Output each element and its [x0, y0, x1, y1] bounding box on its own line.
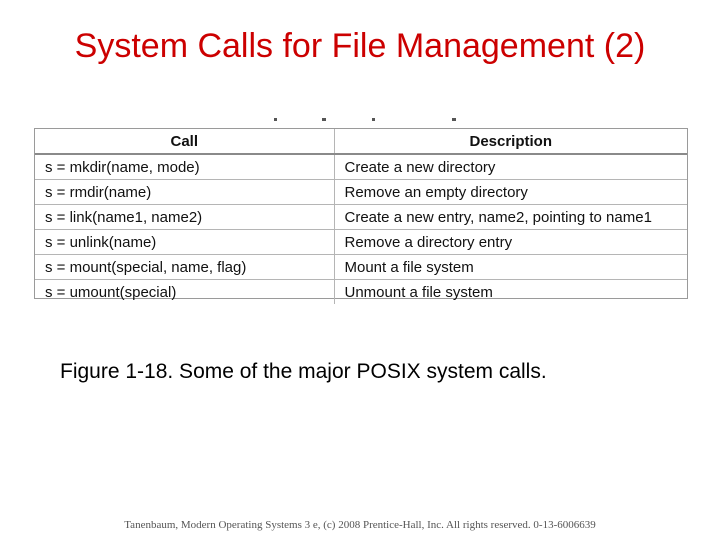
call-cell: s = umount(special) — [35, 279, 335, 304]
system-calls-table: Call Description s = mkdir(name, mode) C… — [34, 128, 688, 304]
slide-title: System Calls for File Management (2) — [74, 27, 646, 65]
call-cell: s = mkdir(name, mode) — [35, 154, 335, 180]
table-row: s = mkdir(name, mode) Create a new direc… — [35, 154, 687, 180]
figure-caption: Figure 1-18. Some of the major POSIX sys… — [60, 360, 547, 383]
column-header-call: Call — [35, 129, 335, 155]
table-row: s = link(name1, name2) Create a new entr… — [35, 204, 687, 230]
call-cell: s = unlink(name) — [35, 229, 335, 255]
description-cell: Remove a directory entry — [334, 229, 687, 255]
table-row: s = unlink(name) Remove a directory entr… — [35, 229, 687, 255]
table-row: s = mount(special, name, flag) Mount a f… — [35, 254, 687, 280]
description-cell: Remove an empty directory — [334, 179, 687, 205]
copyright-footer: Tanenbaum, Modern Operating Systems 3 e,… — [124, 519, 596, 531]
table-row: s = umount(special) Unmount a file syste… — [35, 279, 687, 304]
call-cell: s = link(name1, name2) — [35, 204, 335, 230]
calls-table: Call Description s = mkdir(name, mode) C… — [35, 129, 687, 304]
description-cell: Create a new directory — [334, 154, 687, 180]
description-cell: Mount a file system — [334, 254, 687, 280]
description-cell: Create a new entry, name2, pointing to n… — [334, 204, 687, 230]
table-row: s = rmdir(name) Remove an empty director… — [35, 179, 687, 205]
call-cell: s = mount(special, name, flag) — [35, 254, 335, 280]
call-cell: s = rmdir(name) — [35, 179, 335, 205]
slide: System Calls for File Management (2) Cal… — [0, 0, 720, 540]
description-cell: Unmount a file system — [344, 283, 493, 301]
table-header-row: Call Description — [35, 129, 687, 155]
column-header-description: Description — [334, 129, 687, 155]
cropped-caption-remnant — [262, 115, 472, 124]
